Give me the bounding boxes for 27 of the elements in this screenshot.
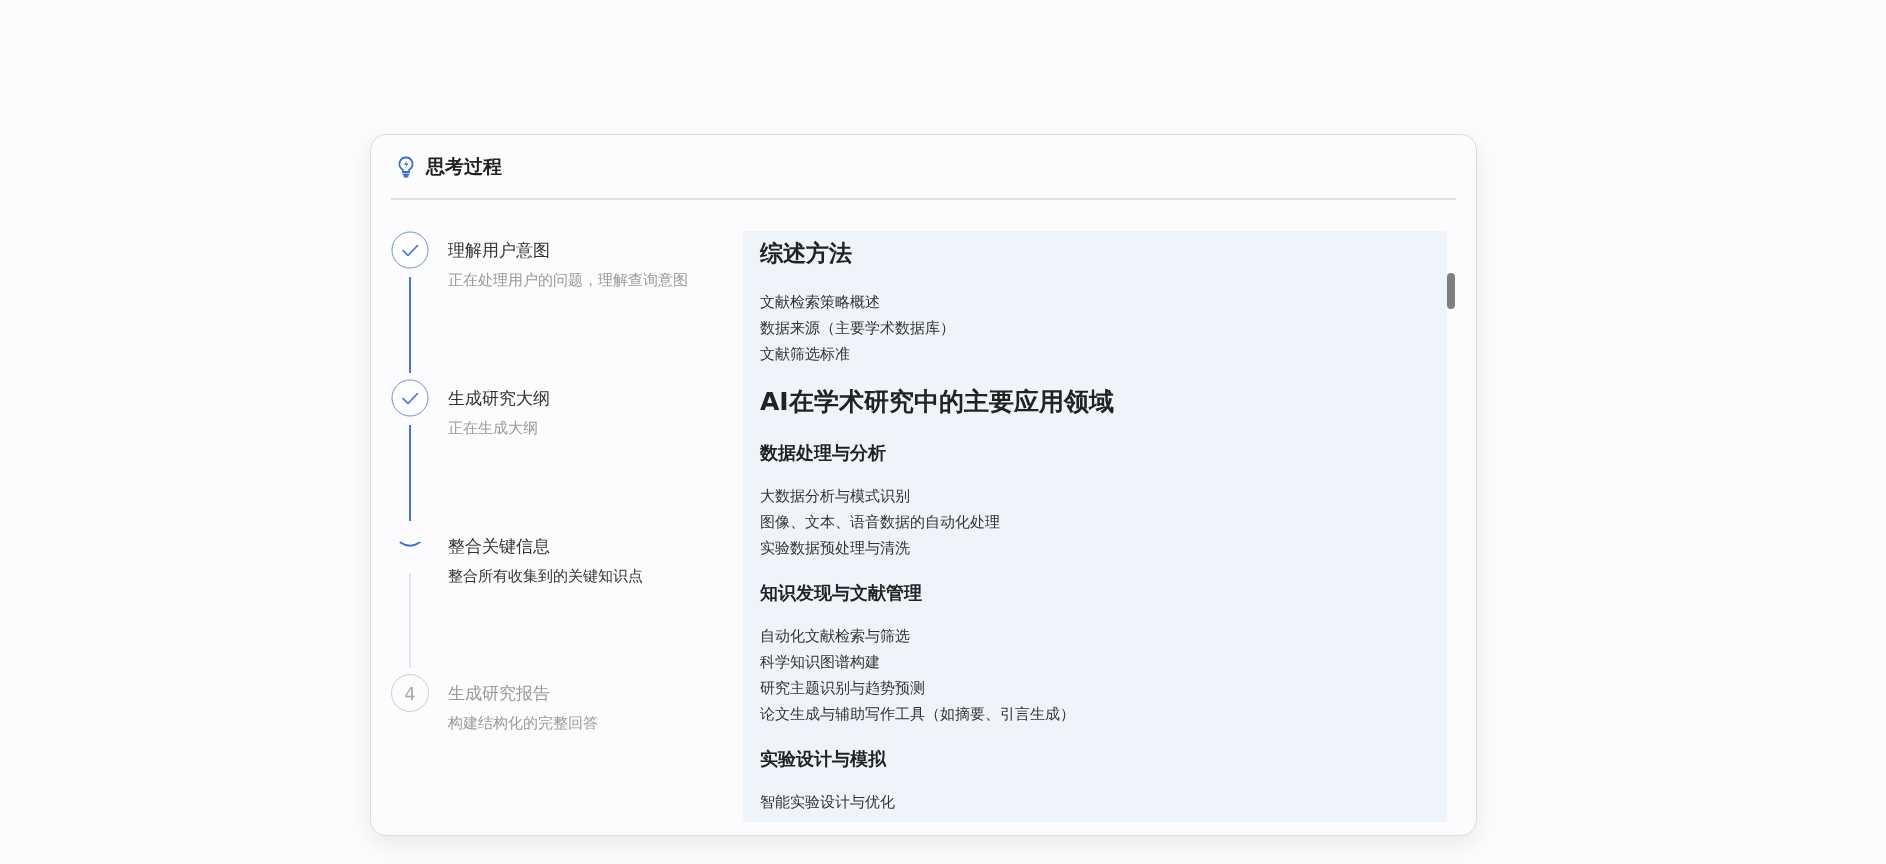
subsection-heading: 实验设计与模拟 [760, 747, 887, 771]
list-item-text: 大数据分析与模式识别 [760, 486, 911, 507]
scrollbar-thumb[interactable] [1447, 273, 1455, 309]
list-item-text: 文献检索策略概述 [760, 292, 881, 313]
lightbulb-icon [397, 156, 415, 178]
subsection-heading: 知识发现与文献管理 [760, 581, 923, 605]
list-item-text: 实验数据预处理与清洗 [760, 538, 911, 559]
list-item-text: 科学知识图谱构建 [760, 652, 881, 673]
step-description: 正在生成大纲 [448, 418, 539, 438]
panel-title: 思考过程 [426, 154, 502, 179]
step-title: 整合关键信息 [448, 534, 551, 557]
list-item-text: 智能实验设计与优化 [760, 792, 896, 813]
list-item-text: 文献筛选标准 [760, 344, 851, 365]
step-title: 生成研究报告 [448, 682, 551, 705]
list-item-text: 数据来源（主要学术数据库） [760, 318, 956, 339]
list-item-text: 图像、文本、语音数据的自动化处理 [760, 512, 1001, 533]
list-item-text: 研究主题识别与趋势预测 [760, 678, 926, 699]
section-heading: 综述方法 [760, 239, 853, 268]
section-heading: AI在学术研究中的主要应用领域 [760, 386, 1115, 418]
step-description: 正在处理用户的问题，理解查询意图 [448, 271, 688, 290]
step-title: 生成研究大纲 [448, 386, 550, 409]
list-item-text: 自动化文献检索与筛选 [760, 626, 911, 647]
subsection-heading: 数据处理与分析 [760, 441, 887, 465]
step-description: 构建结构化的完整回答 [448, 714, 598, 734]
step-title: 理解用户意图 [448, 239, 551, 261]
step-description: 整合所有收集到的关键知识点 [448, 566, 643, 586]
list-item-text: 论文生成与辅助写作工具（如摘要、引言生成） [760, 704, 1076, 725]
